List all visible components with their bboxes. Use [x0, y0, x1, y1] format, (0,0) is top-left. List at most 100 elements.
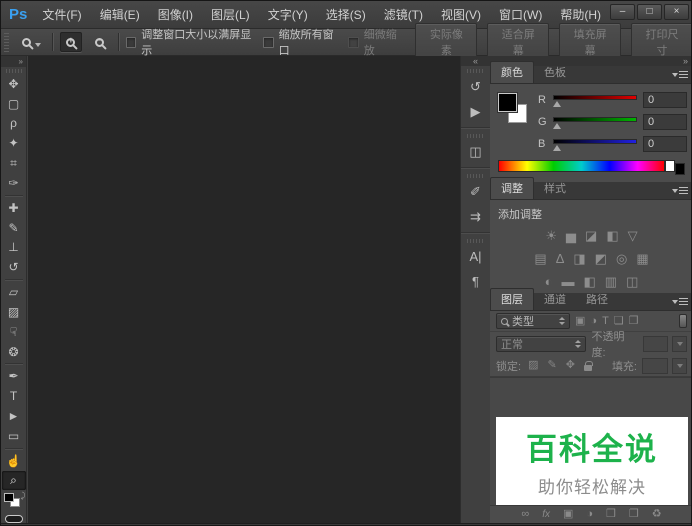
brush-tool[interactable]: ✎: [2, 218, 26, 238]
zoom-in-button[interactable]: +: [60, 32, 82, 52]
panel-menu-icon[interactable]: [672, 186, 688, 196]
menu-edit[interactable]: 编辑(E): [99, 4, 141, 25]
zoom-all-windows-checkbox[interactable]: 缩放所有窗口: [263, 26, 341, 58]
filter-pixel-layers-icon[interactable]: ▣: [575, 316, 585, 327]
minimize-button[interactable]: –: [610, 4, 635, 20]
blue-value-input[interactable]: [643, 136, 687, 152]
foreground-color-swatch[interactable]: [498, 93, 517, 112]
slider-thumb[interactable]: [553, 101, 561, 107]
quick-mask-button[interactable]: [5, 515, 23, 523]
menu-window[interactable]: 窗口(W): [498, 4, 543, 25]
vibrance-icon[interactable]: ▽: [628, 229, 638, 242]
filter-type-layers-icon[interactable]: T: [602, 316, 609, 327]
crop-tool[interactable]: ⌗: [2, 153, 26, 173]
toolbar-grip[interactable]: [6, 69, 22, 73]
eraser-tool[interactable]: ▱: [2, 282, 26, 302]
history-panel-button[interactable]: ↺: [463, 74, 489, 99]
threshold-icon[interactable]: ◧: [583, 275, 595, 288]
menu-file[interactable]: 文件(F): [41, 4, 82, 25]
layer-style-fx-icon[interactable]: fx: [542, 510, 550, 520]
dock-grip[interactable]: [467, 174, 485, 178]
levels-icon[interactable]: ▅: [566, 229, 576, 242]
tab-channels[interactable]: 通道: [534, 289, 576, 310]
pen-tool[interactable]: ✒: [2, 366, 26, 386]
tab-styles[interactable]: 样式: [534, 178, 576, 199]
zoom-out-button[interactable]: −: [89, 32, 111, 52]
color-spectrum-ramp[interactable]: [498, 160, 665, 172]
menu-select[interactable]: 选择(S): [325, 4, 367, 25]
tab-adjustments[interactable]: 调整: [490, 177, 534, 199]
smudge-tool[interactable]: ☟: [2, 322, 26, 342]
tab-layers[interactable]: 图层: [490, 288, 534, 310]
black-white-icon[interactable]: ◨: [573, 252, 585, 265]
slider-thumb[interactable]: [553, 145, 561, 151]
zoom-tool-preset[interactable]: [18, 34, 45, 50]
brightness-contrast-icon[interactable]: ☀: [545, 229, 557, 242]
layer-filter-toggle[interactable]: [679, 314, 687, 328]
filter-shape-layers-icon[interactable]: ❏: [614, 316, 624, 327]
dock-expand-chevron[interactable]: «: [461, 56, 490, 66]
delete-layer-icon[interactable]: ♻: [652, 509, 662, 520]
resize-windows-to-fit-checkbox[interactable]: 调整窗口大小以满屏显示: [126, 26, 256, 58]
panel-menu-icon[interactable]: [672, 297, 688, 307]
new-group-icon[interactable]: ❒: [606, 509, 616, 520]
white-swatch[interactable]: [665, 160, 675, 172]
dock-grip[interactable]: [467, 239, 485, 243]
exposure-icon[interactable]: ◧: [606, 229, 618, 242]
filter-adjustment-layers-icon[interactable]: ◑: [590, 316, 597, 327]
red-value-input[interactable]: [643, 92, 687, 108]
invert-icon[interactable]: ◐: [545, 275, 553, 288]
maximize-button[interactable]: □: [637, 4, 662, 20]
healing-brush-tool[interactable]: ✚: [2, 198, 26, 218]
menu-view[interactable]: 视图(V): [440, 4, 482, 25]
filter-smart-objects-icon[interactable]: ❐: [629, 316, 639, 327]
panel-menu-icon[interactable]: [672, 70, 688, 80]
color-balance-icon[interactable]: Δ: [556, 252, 565, 265]
canvas-area[interactable]: [28, 56, 460, 523]
posterize-icon[interactable]: ▬: [561, 275, 574, 288]
shape-tool[interactable]: ▭: [2, 426, 26, 446]
curves-icon[interactable]: ◪: [585, 229, 597, 242]
tab-color[interactable]: 颜色: [490, 61, 534, 83]
slider-thumb[interactable]: [553, 123, 561, 129]
toolbar-collapse-chevron[interactable]: »: [1, 56, 26, 67]
rectangular-marquee-tool[interactable]: ▢: [2, 94, 26, 114]
clone-source-panel-button[interactable]: ⇉: [463, 204, 489, 229]
lock-paint-icon[interactable]: ✎: [547, 360, 556, 371]
green-slider[interactable]: [553, 116, 637, 128]
character-panel-button[interactable]: A|: [463, 244, 489, 269]
eyedropper-tool[interactable]: ✑: [2, 173, 26, 193]
add-layer-mask-icon[interactable]: ▣: [563, 509, 573, 520]
layer-filter-type-dropdown[interactable]: 类型: [496, 313, 570, 329]
dock-grip[interactable]: [467, 134, 485, 138]
lasso-tool[interactable]: ρ: [2, 113, 26, 133]
zoom-tool[interactable]: ⌕: [2, 471, 26, 491]
menu-image[interactable]: 图像(I): [157, 4, 194, 25]
channel-mixer-icon[interactable]: ◎: [616, 252, 627, 265]
menu-help[interactable]: 帮助(H): [559, 4, 602, 25]
tab-paths[interactable]: 路径: [576, 289, 618, 310]
menu-type[interactable]: 文字(Y): [267, 4, 309, 25]
foreground-background-colors[interactable]: ⤸: [4, 493, 24, 510]
layer-list[interactable]: 百科全说 助你轻松解决: [490, 377, 692, 505]
hue-saturation-icon[interactable]: ▤: [534, 252, 546, 265]
move-tool[interactable]: ✥: [2, 74, 26, 94]
photo-filter-icon[interactable]: ◩: [595, 252, 607, 265]
lock-move-icon[interactable]: ✥: [566, 360, 575, 371]
blue-slider[interactable]: [553, 138, 637, 150]
red-slider[interactable]: [553, 94, 637, 106]
lock-all-icon[interactable]: [584, 365, 592, 371]
swap-colors-icon[interactable]: ⤸: [21, 491, 26, 501]
type-tool[interactable]: T: [2, 386, 26, 406]
gradient-map-icon[interactable]: ▥: [605, 275, 617, 288]
paragraph-panel-button[interactable]: ¶: [463, 269, 489, 294]
hand-tool[interactable]: ☝: [2, 451, 26, 471]
close-button[interactable]: ×: [664, 4, 689, 20]
menu-filter[interactable]: 滤镜(T): [383, 4, 424, 25]
green-value-input[interactable]: [643, 114, 687, 130]
brush-panel-button[interactable]: ✐: [463, 179, 489, 204]
dock-grip[interactable]: [467, 69, 485, 73]
new-adjustment-layer-icon[interactable]: ◑: [586, 509, 593, 520]
magic-wand-tool[interactable]: ✦: [2, 133, 26, 153]
dodge-tool[interactable]: ❂: [2, 342, 26, 362]
